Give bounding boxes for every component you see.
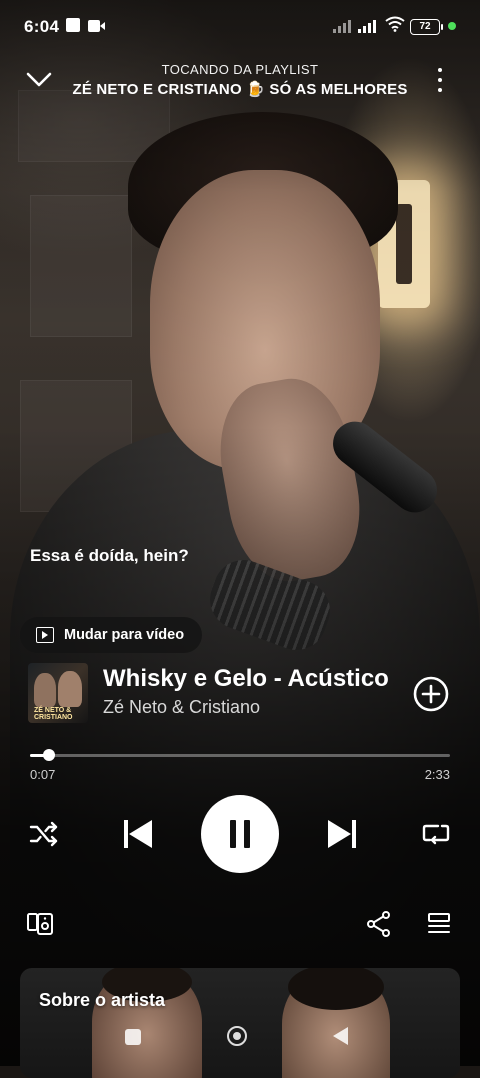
signal-icon: [358, 18, 378, 33]
switch-video-label: Mudar para vídeo: [64, 627, 185, 643]
back-icon[interactable]: [333, 1027, 348, 1045]
battery-icon: 72: [410, 19, 443, 35]
elapsed-time: 0:07: [30, 767, 56, 782]
clock: 6:04: [24, 17, 60, 36]
pause-icon: [244, 820, 250, 848]
cover-figure: [58, 671, 82, 707]
artist-photo: [282, 968, 390, 1078]
wifi-icon: [385, 16, 405, 32]
add-circle-icon[interactable]: [413, 676, 449, 712]
player-header: TOCANDO DA PLAYLIST ZÉ NETO E CRISTIANO …: [0, 56, 480, 106]
song-artist[interactable]: Zé Neto & Cristiano: [103, 697, 260, 718]
recents-icon[interactable]: [125, 1029, 141, 1045]
switch-to-video-button[interactable]: Mudar para vídeo: [20, 617, 203, 653]
gallery-icon: [66, 18, 80, 32]
share-icon[interactable]: [366, 910, 392, 938]
connect-device-icon[interactable]: [26, 910, 54, 938]
about-artist-card[interactable]: Sobre o artista: [20, 968, 460, 1078]
overlay-gradient: [0, 0, 480, 1066]
cover-text: ZÉ NETO & CRISTIANO: [34, 707, 73, 721]
skip-next-icon[interactable]: [324, 816, 360, 852]
signal-icon: [333, 18, 353, 33]
cover-figure: [34, 673, 56, 707]
pause-icon: [230, 820, 236, 848]
chevron-down-icon[interactable]: [24, 64, 54, 94]
song-title[interactable]: Whisky e Gelo - Acústico: [103, 665, 389, 693]
pause-button[interactable]: [201, 795, 279, 873]
progress-bar[interactable]: [30, 749, 450, 761]
skip-previous-icon[interactable]: [120, 816, 156, 852]
video-background: [0, 0, 480, 1066]
repeat-icon[interactable]: [420, 818, 452, 850]
album-cover[interactable]: ZÉ NETO & CRISTIANO: [28, 663, 88, 723]
shuffle-icon[interactable]: [28, 818, 60, 850]
playing-context-label: TOCANDO DA PLAYLIST: [161, 62, 319, 77]
about-artist-heading: Sobre o artista: [39, 990, 166, 1010]
home-icon[interactable]: [227, 1026, 247, 1046]
video-play-icon: [36, 627, 54, 643]
artist-photo: [92, 968, 202, 1078]
privacy-indicator-dot: [448, 22, 456, 30]
queue-icon[interactable]: [426, 911, 452, 937]
more-vertical-icon[interactable]: [430, 66, 450, 94]
video-icon: [88, 20, 105, 32]
lyric-line: Essa é doída, hein?: [30, 546, 189, 565]
total-time: 2:33: [424, 767, 450, 782]
playlist-title[interactable]: ZÉ NETO E CRISTIANO 🍺 SÓ AS MELHORES: [60, 80, 420, 98]
status-bar: 6:04 72: [0, 0, 480, 56]
